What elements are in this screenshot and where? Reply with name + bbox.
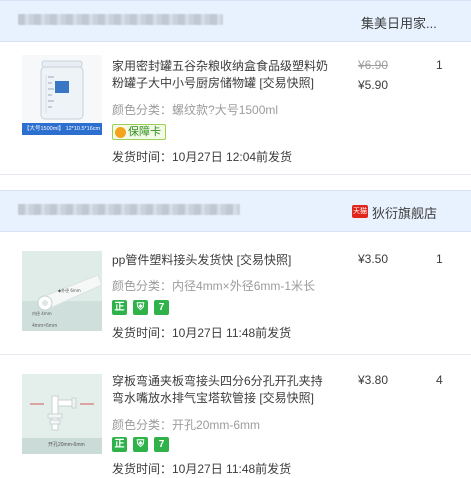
actual-price: ¥3.50: [358, 252, 389, 266]
pp-tube-image: ◆外径 6mm 内径 4mm: [22, 251, 102, 331]
shop-header: 天猫 狄衍旗舰店: [0, 190, 471, 232]
shield-badge-icon[interactable]: ⛨: [133, 300, 148, 315]
order-item: 开孔20mm-6mm 穿板弯通夹板弯接头四分6分孔开孔夹持弯水嘴放水排气宝塔软管…: [0, 356, 471, 478]
sku-info: 颜色分类：开孔20mm-6mm: [112, 416, 352, 433]
sku-info: 颜色分类：螺纹款?大号1500ml: [112, 101, 352, 118]
sku-label: 颜色分类：: [112, 418, 173, 432]
genuine-badge-icon[interactable]: 正: [112, 300, 127, 315]
svg-text:内径 4mm: 内径 4mm: [32, 310, 52, 316]
shop-separator: [0, 176, 471, 190]
shop-name-link[interactable]: 集美日用家...: [361, 13, 437, 32]
shop-name-link[interactable]: 狄衍旗舰店: [372, 203, 437, 222]
seven-day-return-icon[interactable]: 7: [154, 437, 169, 452]
genuine-badge-icon[interactable]: 正: [112, 437, 127, 452]
sku-label: 颜色分类：: [112, 279, 173, 293]
sku-label: 颜色分类：: [112, 103, 173, 117]
actual-price: ¥5.90: [358, 78, 389, 92]
product-thumbnail[interactable]: 【大号1500ml】 12*10.5*16cm: [22, 55, 102, 135]
product-thumbnail[interactable]: 开孔20mm-6mm: [22, 374, 102, 454]
product-title-link[interactable]: 家用密封罐五谷杂粮收纳盒食品级塑料奶粉罐子大中小号厨房储物罐 [交易快照]: [112, 58, 334, 92]
product-title-link[interactable]: 穿板弯通夹板弯接头四分6分孔开孔夹持弯水嘴放水排气宝塔软管接 [交易快照]: [112, 373, 334, 407]
quantity: 1: [436, 58, 443, 72]
service-badges: 正 ⛨ 7: [112, 300, 169, 315]
guarantee-icon: [115, 126, 126, 138]
ship-time: 发货时间：10月27日 11:48前发货: [112, 326, 292, 340]
svg-text:◆外径 6mm: ◆外径 6mm: [58, 287, 81, 293]
order-list: 集美日用家... 【大号1500ml】 12*10.5*16cm 家用密封罐五谷…: [0, 0, 471, 478]
shield-badge-icon[interactable]: ⛨: [133, 437, 148, 452]
quantity: 1: [436, 252, 443, 266]
product-thumbnail[interactable]: ◆外径 6mm 内径 4mm 4mm×6mm: [22, 251, 102, 331]
guarantee-card-badge[interactable]: 保障卡: [112, 124, 166, 140]
guarantee-label: 保障卡: [128, 126, 161, 138]
ship-time: 发货时间：10月27日 11:48前发货: [112, 462, 292, 476]
original-price: ¥6.90: [358, 58, 389, 72]
blurred-order-info: [18, 14, 223, 25]
quantity: 4: [436, 373, 443, 387]
service-badges: 正 ⛨ 7: [112, 437, 169, 452]
actual-price: ¥3.80: [358, 373, 389, 387]
ship-time: 发货时间：10月27日 12:04前发货: [112, 150, 293, 164]
thumbnail-caption: 4mm×6mm: [32, 323, 58, 329]
product-title-link[interactable]: pp管件塑料接头发货快 [交易快照]: [112, 252, 334, 269]
sku-info: 颜色分类：内径4mm×外径6mm-1米长: [112, 277, 352, 294]
shop-header: 集美日用家...: [0, 0, 471, 42]
storage-jar-image: [22, 55, 102, 135]
sku-value: 螺纹款?大号1500ml: [172, 103, 279, 117]
thumbnail-caption: 【大号1500ml】 12*10.5*16cm: [24, 126, 101, 132]
order-item: ◆外径 6mm 内径 4mm 4mm×6mm pp管件塑料接头发货快 [交易快照…: [0, 233, 471, 355]
sku-value: 内径4mm×外径6mm-1米长: [172, 279, 316, 293]
order-item: 【大号1500ml】 12*10.5*16cm 家用密封罐五谷杂粮收纳盒食品级塑…: [0, 43, 471, 175]
blurred-order-info: [18, 204, 240, 215]
tmall-icon: 天猫: [352, 205, 368, 218]
thumbnail-caption: 开孔20mm-6mm: [48, 442, 85, 448]
sku-value: 开孔20mm-6mm: [172, 418, 261, 432]
seven-day-return-icon[interactable]: 7: [154, 300, 169, 315]
